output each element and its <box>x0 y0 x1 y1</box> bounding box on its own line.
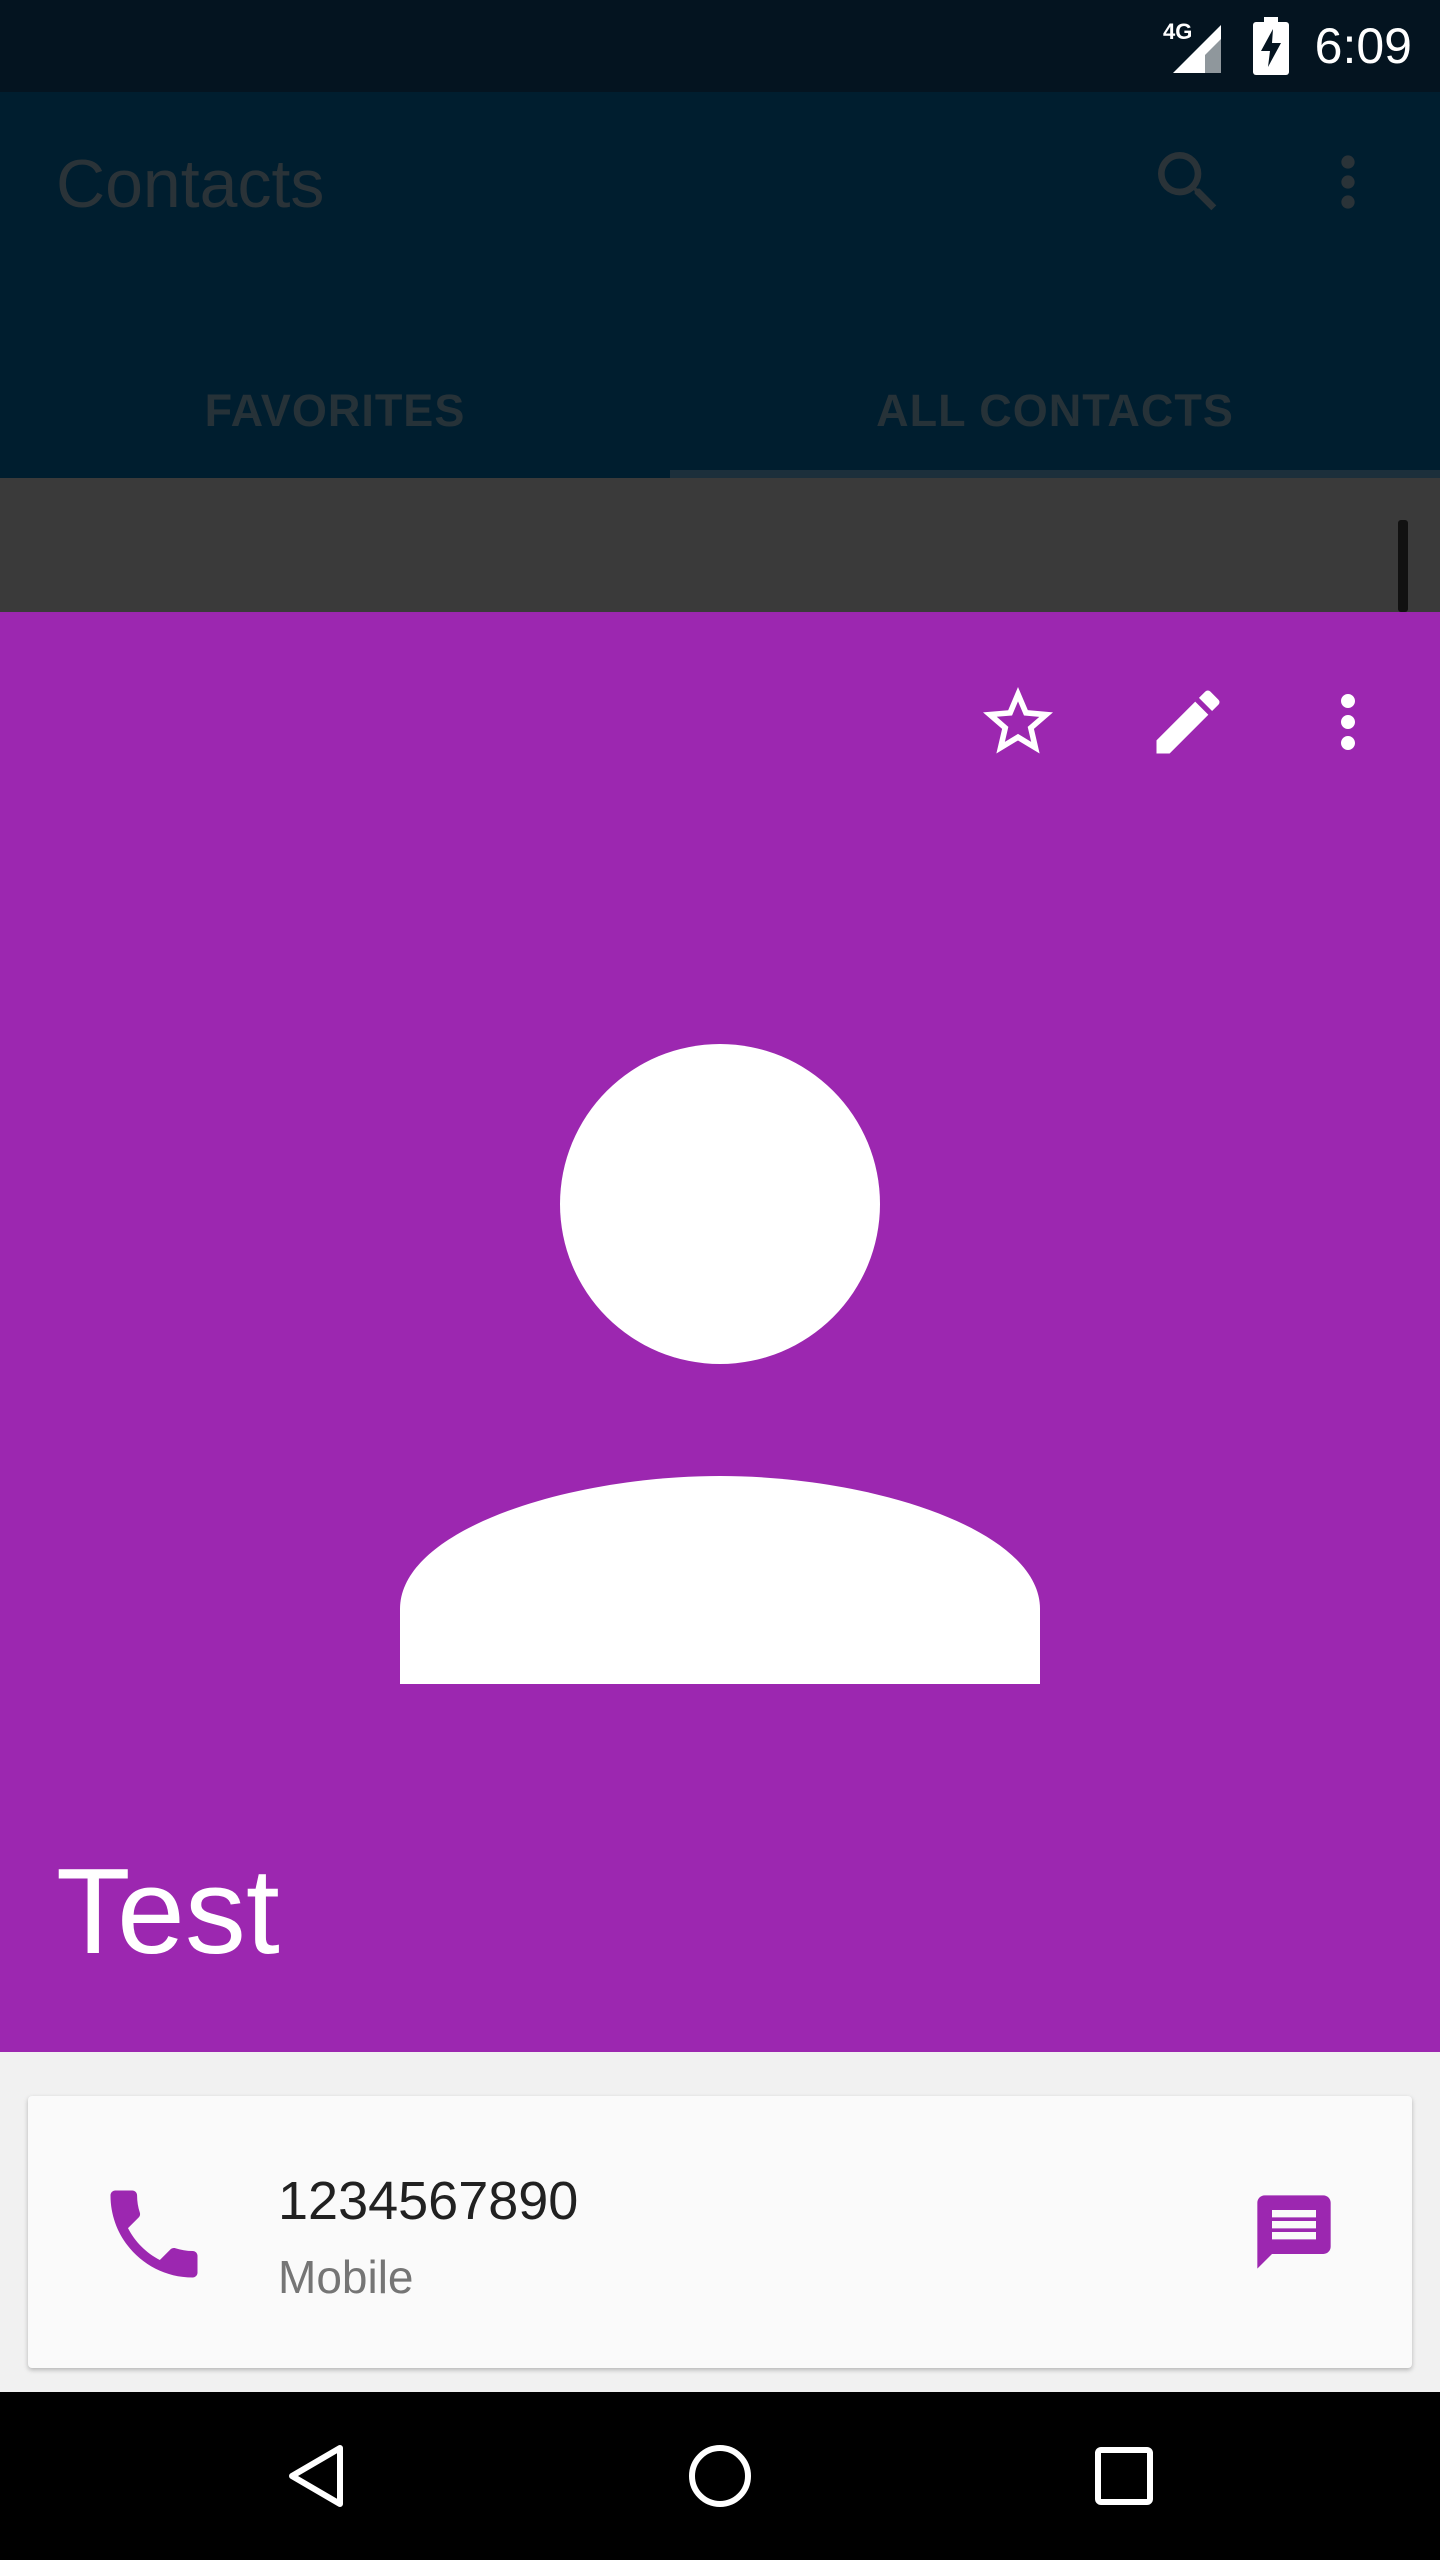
phone-number: 1234567890 <box>278 2171 579 2231</box>
status-bar: 4G 6:09 <box>0 0 1440 92</box>
edit-icon[interactable] <box>1128 662 1248 782</box>
scrollbar <box>1398 520 1408 612</box>
person-placeholder-icon <box>400 1044 1040 1684</box>
message-icon <box>1257 2195 1331 2269</box>
status-time: 6:09 <box>1314 18 1412 74</box>
navigation-bar <box>0 2392 1440 2560</box>
home-icon[interactable] <box>660 2416 780 2536</box>
recents-icon[interactable] <box>1064 2416 1184 2536</box>
tab-favorites[interactable]: FAVORITES <box>0 344 670 478</box>
battery-charging-icon <box>1252 17 1289 75</box>
phone-icon[interactable] <box>96 2176 212 2292</box>
phone-entry-card[interactable]: 1234567890 Mobile <box>28 2096 1412 2368</box>
back-icon[interactable] <box>256 2416 376 2536</box>
tab-indicator <box>670 470 1440 478</box>
app-bar: Contacts FAVORITES ALL CONTACTS <box>0 92 1440 478</box>
status-icons: 4G 6:09 <box>1161 0 1412 92</box>
more-vert-icon[interactable] <box>1308 142 1388 222</box>
tab-all-contacts[interactable]: ALL CONTACTS <box>670 344 1440 478</box>
app-title: Contacts <box>56 146 325 222</box>
network-4g-icon: 4G <box>1163 19 1192 44</box>
more-vert-icon[interactable] <box>1288 662 1408 782</box>
tab-bar: FAVORITES ALL CONTACTS <box>0 344 1440 478</box>
contact-header: Test <box>0 612 1440 2052</box>
signal-icon: 4G <box>1163 19 1221 73</box>
message-button[interactable] <box>1228 2166 1360 2298</box>
star-outline-icon[interactable] <box>958 662 1078 782</box>
contact-details: 1234567890 Mobile <box>0 2052 1440 2392</box>
contact-name: Test <box>56 1843 280 1979</box>
phone-type-label: Mobile <box>278 2251 414 2303</box>
dimmed-list-area <box>0 478 1440 612</box>
search-icon[interactable] <box>1148 142 1228 222</box>
tab-all-contacts-label: ALL CONTACTS <box>876 385 1234 436</box>
tab-favorites-label: FAVORITES <box>204 385 466 436</box>
